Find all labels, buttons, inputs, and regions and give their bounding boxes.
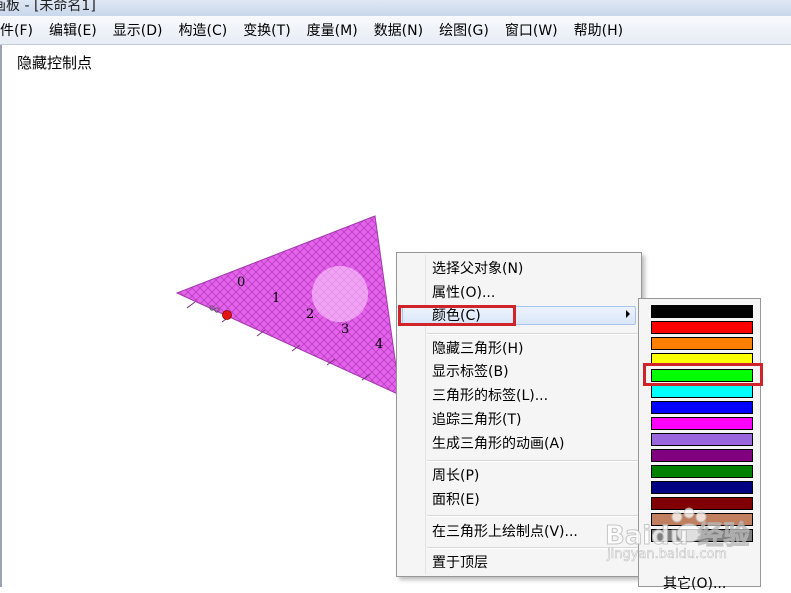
menu-item-area[interactable]: 面积(E) (432, 489, 480, 511)
color-swatch-tan[interactable] (651, 513, 753, 526)
ruler-label-3: 3 (341, 322, 349, 337)
color-swatch-cyan[interactable] (651, 385, 753, 398)
color-swatch-lavender[interactable] (651, 433, 753, 446)
color-swatch-green[interactable] (651, 369, 753, 382)
triangle-shape[interactable] (175, 215, 401, 396)
menu-item-trace-triangle[interactable]: 追踪三角形(T) (432, 409, 521, 431)
menu-item-animate-triangle[interactable]: 生成三角形的动画(A) (432, 433, 565, 455)
menu-item-color[interactable]: 颜色(C) (432, 305, 481, 327)
menu-item-show-label[interactable]: 显示标签(B) (432, 361, 509, 383)
menu-separator (427, 547, 638, 549)
menu-separator (427, 515, 638, 517)
submenu-arrow-icon (626, 310, 630, 318)
color-palette: 其它(O)... (638, 298, 761, 592)
color-swatch-red[interactable] (651, 321, 753, 334)
color-swatch-gray[interactable] (651, 529, 753, 542)
ruler-label-4: 4 (375, 337, 383, 352)
menu-gutter (425, 255, 426, 574)
ruler-label-0: 0 (237, 275, 245, 290)
color-swatch-magenta[interactable] (651, 417, 753, 430)
menu-item-hide-triangle[interactable]: 隐藏三角形(H) (432, 338, 523, 360)
menu-item-properties[interactable]: 属性(O)... (432, 282, 495, 304)
menu-separator (427, 460, 638, 462)
menu-item-triangle-label[interactable]: 三角形的标签(L)... (432, 385, 548, 407)
color-swatch-black[interactable] (651, 305, 753, 318)
menu-item-plot-point[interactable]: 在三角形上绘制点(V)... (432, 521, 578, 543)
color-swatch-yellow[interactable] (651, 353, 753, 366)
color-swatch-orange[interactable] (651, 337, 753, 350)
ruler-label-1: 1 (272, 291, 280, 306)
menu-item-perimeter[interactable]: 周长(P) (432, 465, 479, 487)
ruler-label-2: 2 (306, 307, 314, 322)
color-swatch-maroon[interactable] (651, 497, 753, 510)
menu-item-select-parent[interactable]: 选择父对象(N) (432, 258, 523, 280)
color-swatch-purple[interactable] (651, 449, 753, 462)
color-swatch-navy[interactable] (651, 481, 753, 494)
control-point[interactable] (222, 310, 232, 320)
color-swatch-blue[interactable] (651, 401, 753, 414)
other-color-item[interactable]: 其它(O)... (663, 573, 726, 593)
color-swatch-dark-green[interactable] (651, 465, 753, 478)
menu-separator (427, 333, 638, 335)
menu-item-bring-to-front[interactable]: 置于顶层 (432, 552, 488, 574)
context-menu: 选择父对象(N) 属性(O)... 颜色(C) 隐藏三角形(H) 显示标签(B)… (396, 252, 642, 577)
